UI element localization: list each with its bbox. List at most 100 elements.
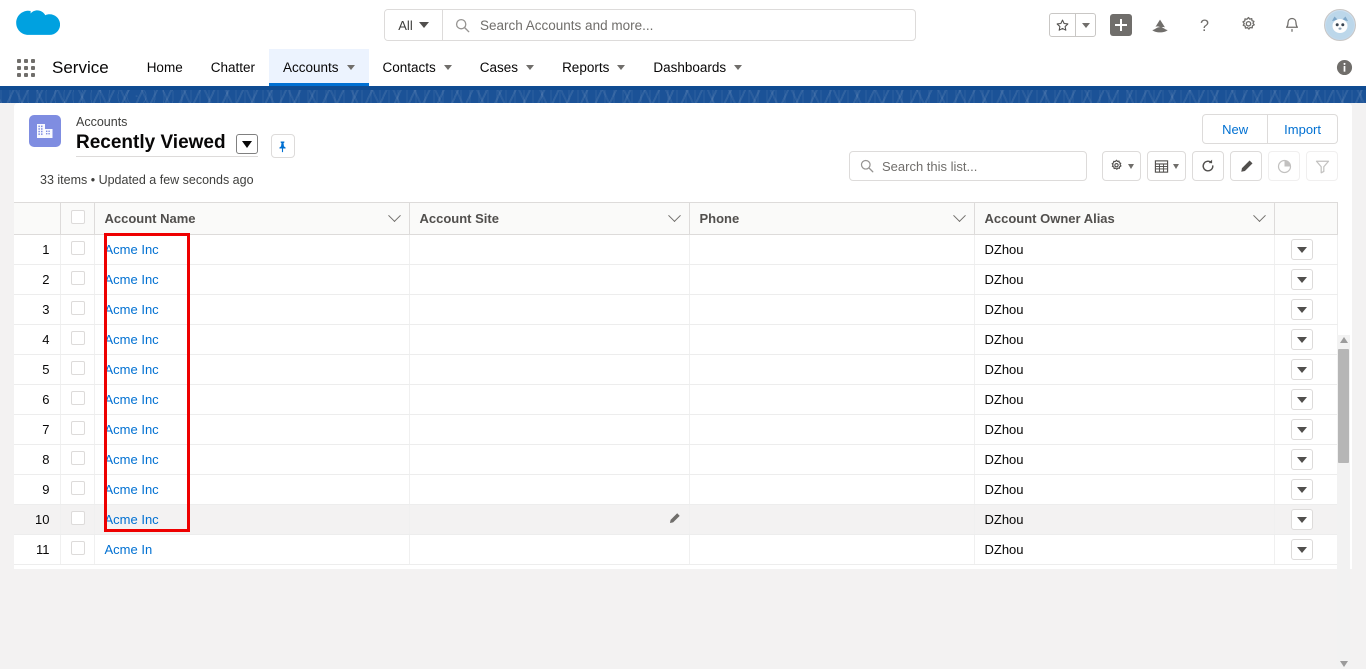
row-action-menu-button[interactable] (1290, 449, 1313, 470)
row-checkbox[interactable] (70, 541, 85, 555)
list-view-dropdown-chevron-icon[interactable] (235, 134, 258, 154)
row-select-cell[interactable] (60, 354, 95, 385)
trailhead-icon[interactable] (1144, 9, 1176, 41)
cell-row-actions[interactable] (1274, 534, 1338, 565)
nav-item-cases[interactable]: Cases (466, 49, 548, 86)
row-checkbox[interactable] (70, 481, 85, 495)
info-icon[interactable] (1334, 57, 1354, 77)
row-select-cell[interactable] (60, 474, 95, 505)
chevron-down-icon[interactable] (526, 65, 535, 70)
cell-account-owner-alias[interactable]: DZhou (974, 264, 1275, 295)
account-name-link[interactable]: Acme In (105, 542, 153, 557)
cell-account-owner-alias[interactable]: DZhou (974, 414, 1275, 445)
row-select-cell[interactable] (60, 504, 95, 535)
account-name-link[interactable]: Acme Inc (105, 332, 159, 347)
cell-row-actions[interactable] (1274, 474, 1338, 505)
cell-phone[interactable] (689, 504, 975, 535)
scroll-down-arrow-icon[interactable] (1340, 661, 1348, 667)
nav-item-accounts[interactable]: Accounts (268, 49, 369, 86)
cell-account-owner-alias[interactable]: DZhou (974, 324, 1275, 355)
cell-phone[interactable] (689, 234, 975, 265)
row-action-menu-button[interactable] (1290, 359, 1313, 380)
cell-account-name[interactable]: Acme Inc (94, 264, 410, 295)
row-select-cell[interactable] (60, 384, 95, 415)
user-avatar[interactable] (1324, 9, 1356, 41)
table-row[interactable]: 2 Acme Inc DZhou (14, 264, 1338, 295)
cell-account-name[interactable]: Acme Inc (94, 354, 410, 385)
import-button[interactable]: Import (1268, 114, 1338, 144)
row-checkbox[interactable] (70, 361, 85, 375)
nav-item-contacts[interactable]: Contacts (369, 49, 466, 86)
chevron-down-icon[interactable] (617, 65, 626, 70)
filters-button[interactable] (1306, 151, 1338, 181)
row-checkbox[interactable] (70, 331, 85, 345)
cell-account-owner-alias[interactable]: DZhou (974, 444, 1275, 475)
column-header-select-all[interactable] (60, 202, 95, 235)
favorites-group[interactable] (1049, 13, 1096, 37)
row-action-menu-button[interactable] (1290, 239, 1313, 260)
charts-button[interactable] (1268, 151, 1300, 181)
table-row[interactable]: 1 Acme Inc DZhou (14, 234, 1338, 265)
row-checkbox[interactable] (70, 241, 85, 255)
cell-account-name[interactable]: Acme Inc (94, 414, 410, 445)
row-checkbox[interactable] (70, 271, 85, 285)
row-select-cell[interactable] (60, 414, 95, 445)
row-checkbox[interactable] (70, 391, 85, 405)
cell-account-name[interactable]: Acme Inc (94, 504, 410, 535)
list-search-input[interactable] (882, 158, 1076, 174)
row-checkbox[interactable] (70, 511, 85, 525)
search-scope-select[interactable]: All (385, 10, 443, 40)
bell-icon[interactable] (1276, 9, 1308, 41)
cell-phone[interactable] (689, 264, 975, 295)
gear-icon[interactable] (1232, 9, 1264, 41)
chevron-down-icon[interactable] (346, 65, 355, 70)
row-action-menu-button[interactable] (1290, 509, 1313, 530)
list-search[interactable] (849, 151, 1087, 181)
row-action-menu-button[interactable] (1290, 269, 1313, 290)
cell-account-owner-alias[interactable]: DZhou (974, 384, 1275, 415)
cell-phone[interactable] (689, 444, 975, 475)
cell-account-site[interactable] (409, 294, 690, 325)
refresh-button[interactable] (1192, 151, 1224, 181)
account-name-link[interactable]: Acme Inc (105, 242, 159, 257)
cell-row-actions[interactable] (1274, 234, 1338, 265)
app-name[interactable]: Service (52, 49, 133, 86)
salesforce-cloud-logo[interactable] (16, 8, 60, 40)
chevron-down-icon[interactable] (734, 65, 743, 70)
star-icon[interactable] (1050, 14, 1076, 36)
account-name-link[interactable]: Acme Inc (105, 422, 159, 437)
new-button[interactable]: New (1202, 114, 1269, 144)
cell-account-name[interactable]: Acme Inc (94, 234, 410, 265)
account-name-link[interactable]: Acme Inc (105, 512, 159, 527)
row-action-menu-button[interactable] (1290, 329, 1313, 350)
cell-account-owner-alias[interactable]: DZhou (974, 294, 1275, 325)
cell-account-name[interactable]: Acme Inc (94, 474, 410, 505)
table-row[interactable]: 10 Acme Inc DZhou (14, 504, 1338, 535)
cell-phone[interactable] (689, 384, 975, 415)
row-select-cell[interactable] (60, 234, 95, 265)
cell-row-actions[interactable] (1274, 354, 1338, 385)
cell-phone[interactable] (689, 354, 975, 385)
account-name-link[interactable]: Acme Inc (105, 362, 159, 377)
table-row[interactable]: 6 Acme Inc DZhou (14, 384, 1338, 415)
global-search-field[interactable] (443, 10, 915, 40)
account-name-link[interactable]: Acme Inc (105, 302, 159, 317)
cell-account-owner-alias[interactable]: DZhou (974, 534, 1275, 565)
cell-account-site[interactable] (409, 324, 690, 355)
cell-row-actions[interactable] (1274, 384, 1338, 415)
cell-account-site[interactable] (409, 504, 690, 535)
chevron-down-icon[interactable] (952, 209, 966, 223)
cell-account-name[interactable]: Acme In (94, 534, 410, 565)
cell-account-owner-alias[interactable]: DZhou (974, 504, 1275, 535)
cell-account-name[interactable]: Acme Inc (94, 444, 410, 475)
edit-list-button[interactable] (1230, 151, 1262, 181)
chevron-down-icon[interactable] (443, 65, 452, 70)
scrollbar-thumb[interactable] (1338, 349, 1349, 463)
row-select-cell[interactable] (60, 294, 95, 325)
cell-account-name[interactable]: Acme Inc (94, 384, 410, 415)
cell-account-site[interactable] (409, 414, 690, 445)
inline-edit-pencil-icon[interactable] (668, 512, 681, 528)
table-row[interactable]: 4 Acme Inc DZhou (14, 324, 1338, 355)
nav-item-dashboards[interactable]: Dashboards (639, 49, 756, 86)
global-search-input[interactable] (480, 17, 903, 33)
